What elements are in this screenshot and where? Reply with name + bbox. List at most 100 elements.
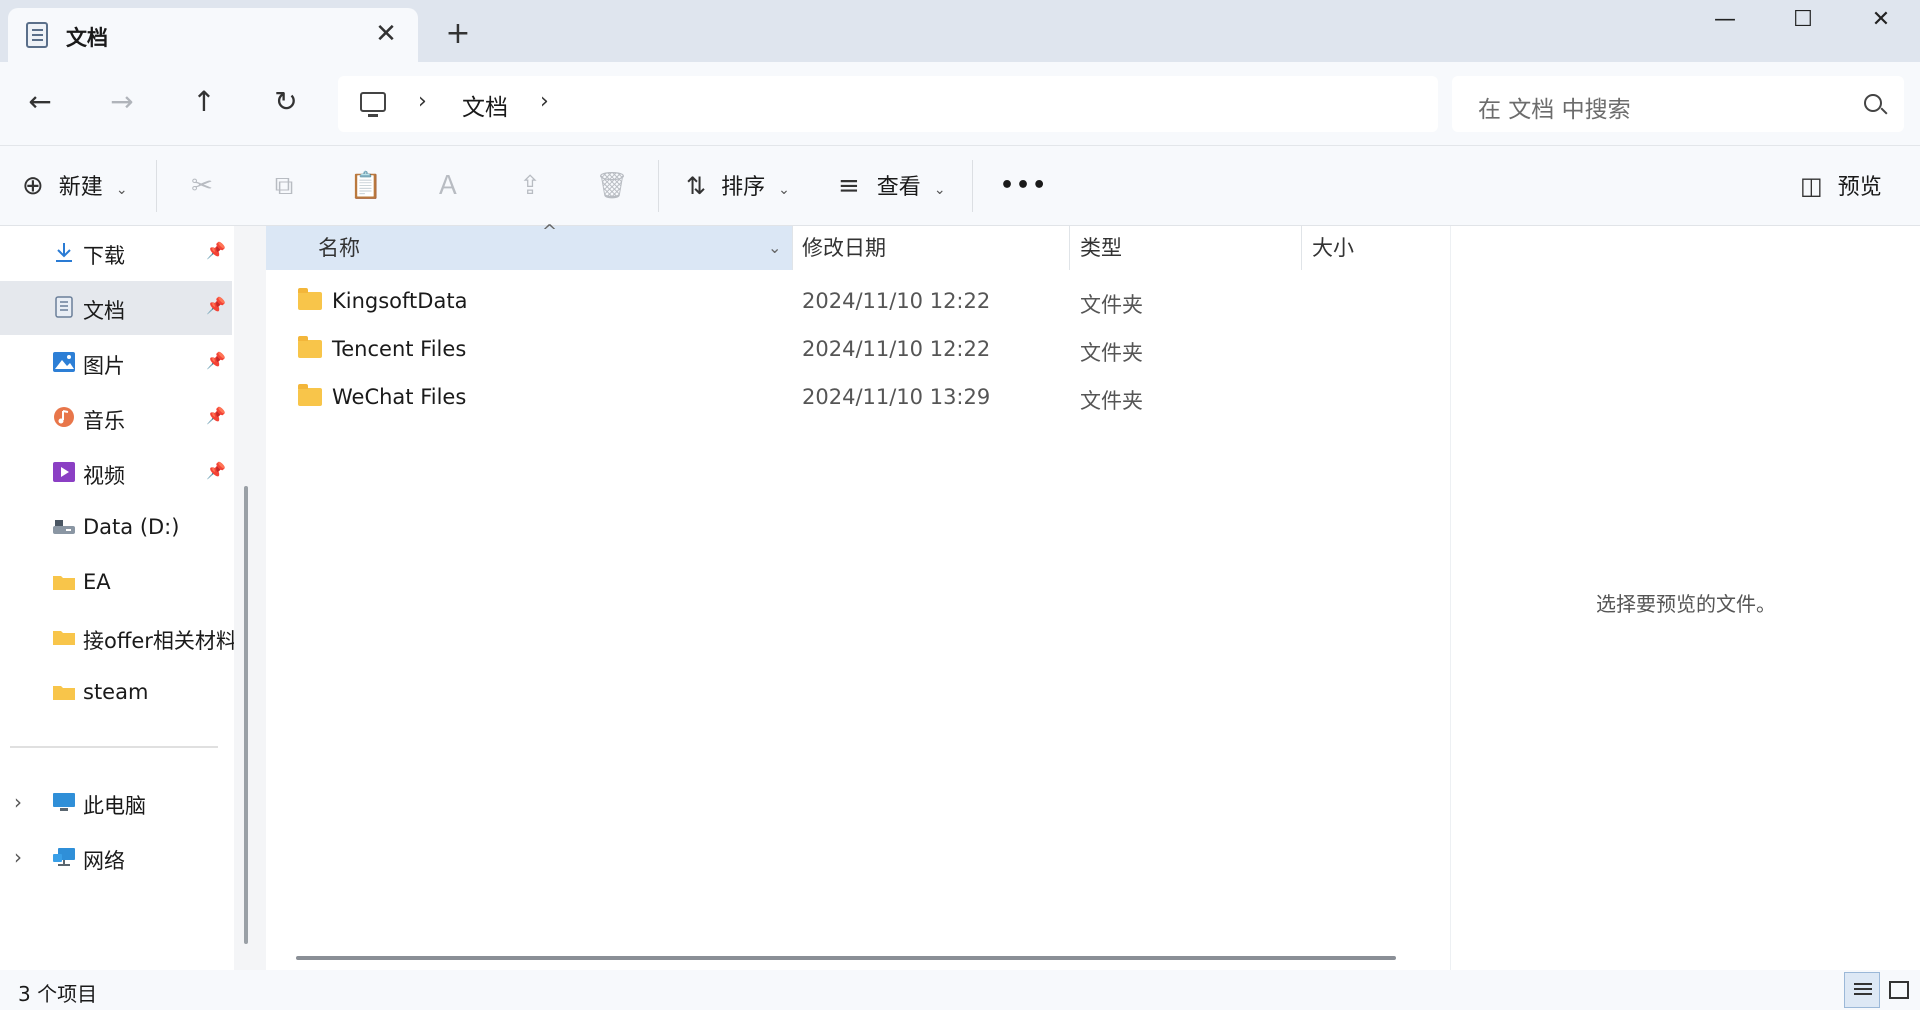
sidebar-item-label: Data (D:): [83, 515, 180, 539]
sidebar-item-offer-materials[interactable]: 接offer相关材料: [0, 611, 237, 665]
search-input[interactable]: 在 文档 中搜索: [1478, 90, 1631, 124]
breadcrumb-documents[interactable]: 文档: [462, 88, 508, 122]
maximize-button[interactable]: ☐: [1764, 0, 1842, 40]
paste-icon[interactable]: 📋: [346, 166, 386, 206]
tiles-view-button[interactable]: [1880, 972, 1916, 1008]
search-box[interactable]: 在 文档 中搜索: [1452, 76, 1904, 132]
copy-icon[interactable]: ⧉: [264, 166, 304, 206]
sidebar-item-label: 网络: [83, 849, 125, 873]
sidebar-item-downloads[interactable]: 下载 📌: [0, 226, 232, 280]
new-tab-button[interactable]: +: [440, 16, 476, 52]
tab-documents[interactable]: 文档 ✕: [8, 8, 418, 62]
document-icon: [26, 22, 48, 48]
folder-icon: [298, 288, 322, 310]
title-bar: 文档 ✕ + — ☐ ✕: [0, 0, 1920, 62]
breadcrumb-separator[interactable]: ›: [540, 89, 549, 114]
close-window-button[interactable]: ✕: [1842, 0, 1920, 40]
sidebar-divider: [10, 746, 218, 748]
address-bar[interactable]: › 文档 ›: [338, 76, 1438, 132]
rename-icon[interactable]: Ａ: [428, 166, 468, 206]
breadcrumb-separator[interactable]: ›: [418, 89, 427, 114]
view-label: 查看: [876, 175, 921, 200]
sidebar-item-label: EA: [83, 570, 111, 594]
column-header-name[interactable]: 名称: [318, 226, 360, 270]
column-separator[interactable]: [1069, 226, 1070, 270]
this-pc-icon: [53, 793, 75, 811]
network-icon: [53, 848, 75, 866]
document-icon: [55, 296, 73, 318]
view-button[interactable]: ≡ 查看 ⌄: [838, 166, 946, 206]
status-bar: 3 个项目: [0, 970, 1920, 1010]
sidebar-item-label: 图片: [83, 354, 125, 378]
computer-icon[interactable]: [360, 92, 386, 117]
navigation-pane: 下载 📌 文档 📌 图片 📌 音乐 📌 视频 📌 Data (D:) EA 接o…: [0, 226, 237, 970]
preview-empty-message: 选择要预览的文件。: [1596, 592, 1776, 616]
toolbar-divider: [658, 160, 659, 212]
back-button[interactable]: ←: [16, 78, 64, 126]
tab-title: 文档: [66, 26, 108, 50]
search-icon[interactable]: [1864, 94, 1882, 112]
chevron-right-icon[interactable]: ›: [14, 845, 22, 869]
sort-button[interactable]: ⇅ 排序 ⌄: [686, 166, 790, 206]
toolbar-divider: [156, 160, 157, 212]
pin-icon: 📌: [206, 241, 226, 260]
column-separator[interactable]: [792, 226, 793, 270]
pin-icon: 📌: [206, 406, 226, 425]
column-filter-dropdown[interactable]: ⌄: [768, 226, 781, 270]
tab-close-button[interactable]: ✕: [368, 16, 404, 52]
minimize-button[interactable]: —: [1686, 0, 1764, 40]
cut-icon[interactable]: ✂: [182, 166, 222, 206]
column-header-size[interactable]: 大小: [1312, 226, 1354, 270]
delete-icon[interactable]: 🗑: [592, 166, 632, 206]
preview-pane-icon: ◫: [1800, 172, 1823, 200]
folder-icon: [53, 576, 75, 590]
sidebar-item-documents[interactable]: 文档 📌: [0, 281, 232, 335]
folder-icon: [53, 631, 75, 645]
sidebar-scrollbar[interactable]: [244, 486, 248, 944]
pictures-icon: [53, 352, 75, 372]
sidebar-item-label: 音乐: [83, 409, 125, 433]
file-name: KingsoftData: [332, 289, 468, 313]
more-options-button[interactable]: •••: [1000, 166, 1048, 206]
horizontal-scrollbar[interactable]: [296, 956, 1396, 960]
folder-icon: [298, 384, 322, 406]
preview-pane: 选择要预览的文件。: [1450, 226, 1920, 970]
chevron-down-icon: ⌄: [933, 182, 946, 198]
column-header-type[interactable]: 类型: [1080, 226, 1122, 270]
file-name: Tencent Files: [332, 337, 467, 361]
up-button[interactable]: ↑: [180, 78, 228, 126]
videos-icon: [53, 462, 75, 482]
download-icon: [56, 243, 72, 262]
forward-button[interactable]: →: [98, 78, 146, 126]
pin-icon: 📌: [206, 296, 226, 315]
sidebar-item-ea[interactable]: EA: [0, 556, 232, 610]
file-modified: 2024/11/10 13:29: [802, 385, 991, 409]
file-row[interactable]: WeChat Files 2024/11/10 13:29 文件夹: [266, 374, 1446, 422]
sidebar-item-network[interactable]: › 网络: [0, 831, 232, 885]
sidebar-item-label: 文档: [83, 299, 125, 323]
sidebar-item-videos[interactable]: 视频 📌: [0, 446, 232, 500]
sidebar-item-music[interactable]: 音乐 📌: [0, 391, 232, 445]
preview-pane-button[interactable]: ◫ 预览: [1800, 166, 1882, 206]
item-count: 3 个项目: [18, 982, 98, 1006]
column-separator[interactable]: [1301, 226, 1302, 270]
sort-label: 排序: [721, 175, 766, 200]
drive-icon: [53, 520, 75, 534]
sidebar-item-steam[interactable]: steam: [0, 666, 232, 720]
column-header-modified[interactable]: 修改日期: [802, 226, 886, 270]
new-button[interactable]: ⊕ 新建 ⌄: [22, 166, 128, 206]
file-row[interactable]: KingsoftData 2024/11/10 12:22 文件夹: [266, 278, 1446, 326]
refresh-button[interactable]: ↻: [262, 78, 310, 126]
sidebar-item-this-pc[interactable]: › 此电脑: [0, 776, 232, 830]
chevron-right-icon[interactable]: ›: [14, 790, 22, 814]
file-row[interactable]: Tencent Files 2024/11/10 12:22 文件夹: [266, 326, 1446, 374]
sidebar-item-data-drive[interactable]: Data (D:): [0, 501, 232, 555]
details-view-button[interactable]: [1844, 972, 1880, 1008]
sidebar-gutter: [234, 226, 266, 970]
preview-label: 预览: [1837, 175, 1882, 200]
folder-icon: [298, 336, 322, 358]
file-name: WeChat Files: [332, 385, 467, 409]
share-icon[interactable]: ⇪: [510, 166, 550, 206]
sidebar-item-label: steam: [83, 680, 149, 704]
sidebar-item-pictures[interactable]: 图片 📌: [0, 336, 232, 390]
